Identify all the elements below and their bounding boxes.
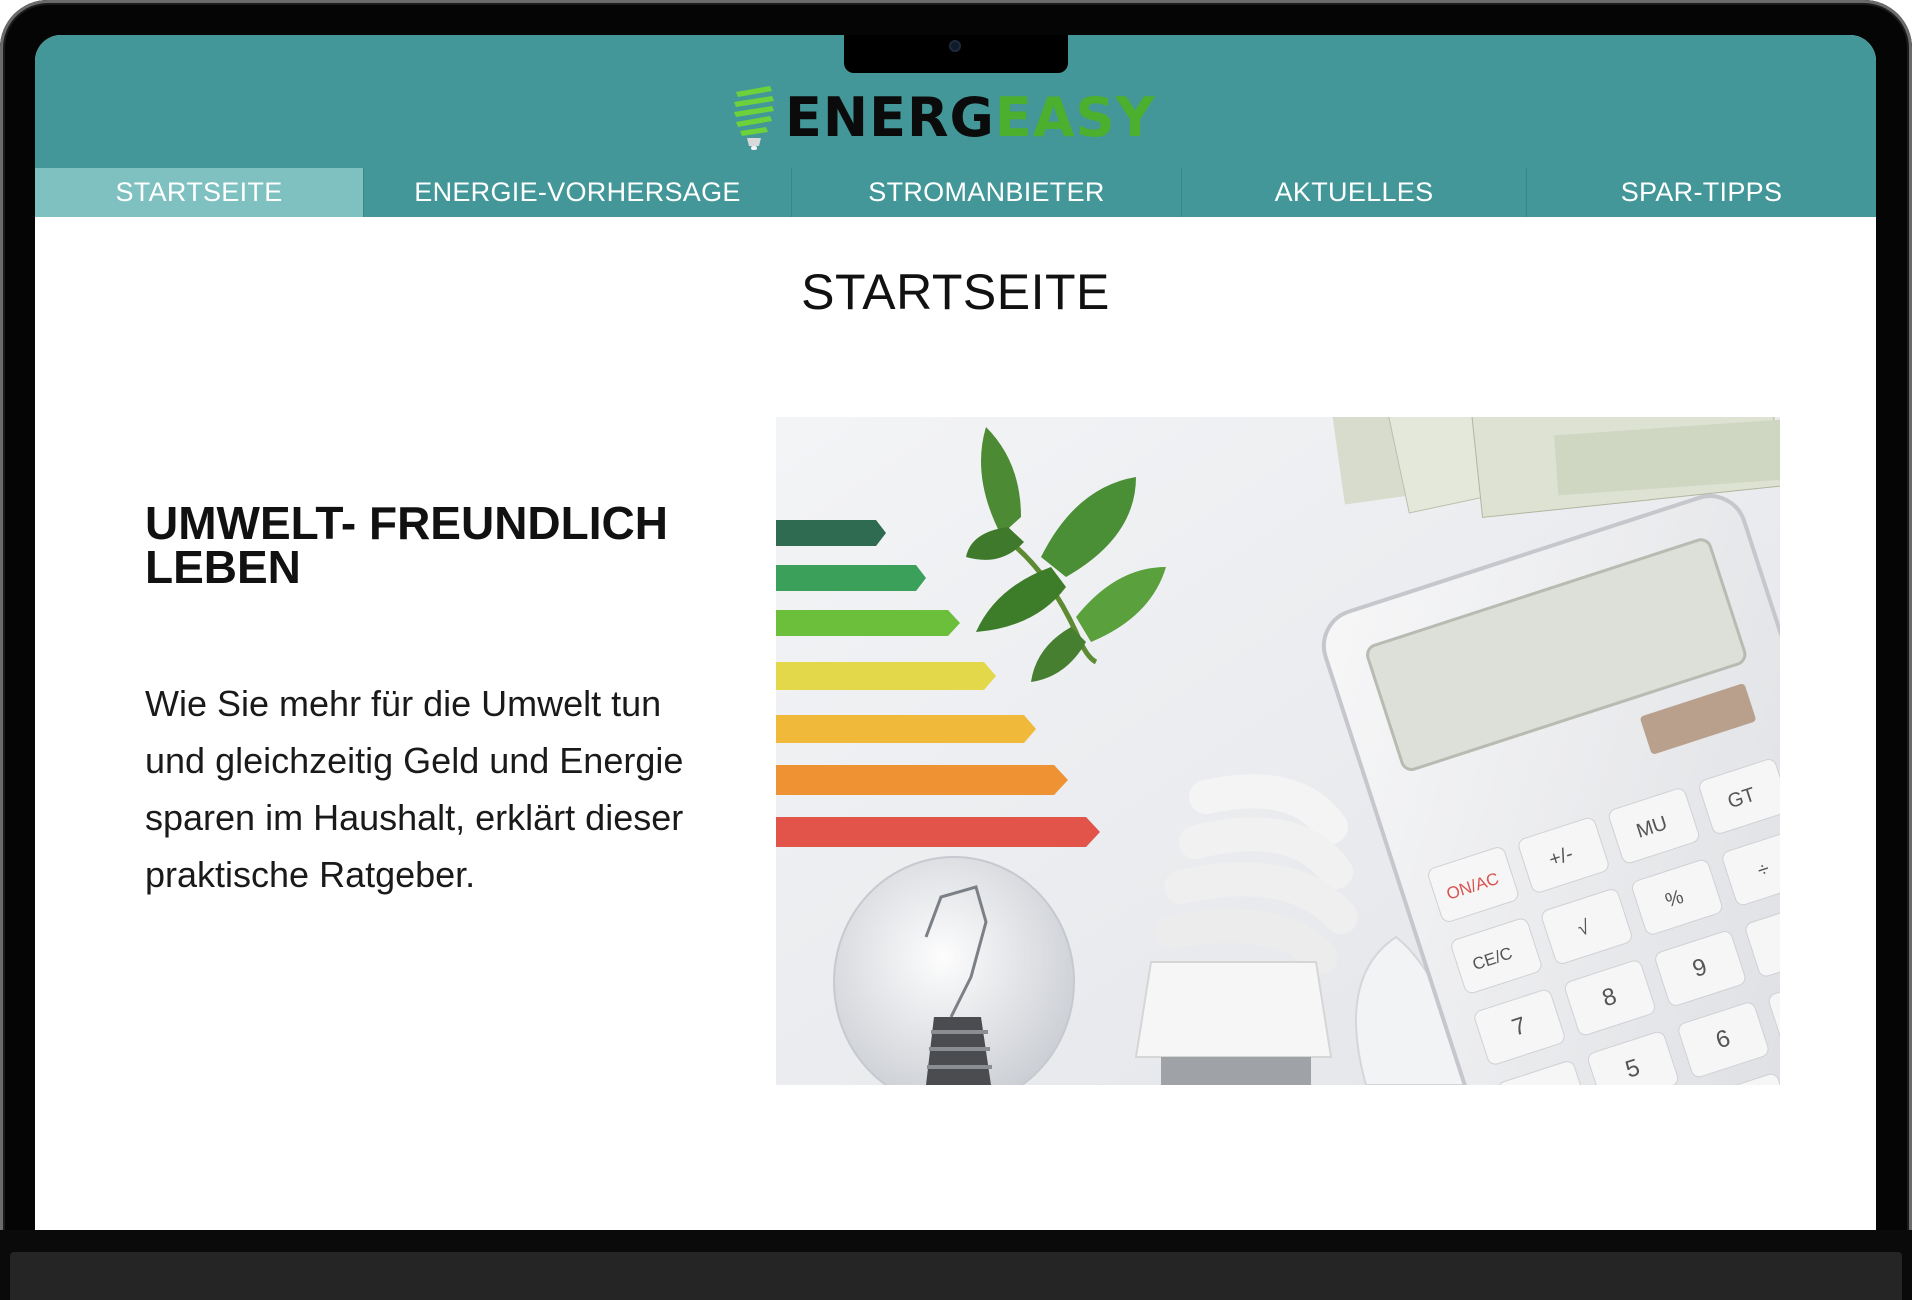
laptop-bottom-bezel <box>0 1230 1912 1300</box>
section-headline: UMWELT- FREUNDLICH LEBEN <box>145 497 668 593</box>
site-logo[interactable]: ENERGEASY <box>729 83 1156 153</box>
camera-notch <box>844 35 1068 73</box>
lead-paragraph: Wie Sie mehr für die Umwelt tun und glei… <box>145 683 684 895</box>
nav-item-stromanbieter[interactable]: STROMANBIETER <box>792 168 1182 217</box>
nav-item-startseite[interactable]: STARTSEITE <box>35 168 364 217</box>
nav-item-aktuelles[interactable]: AKTUELLES <box>1182 168 1527 217</box>
logo-text-easy: EASY <box>994 86 1156 149</box>
hero-image: ON/AC +/- MU GT CE/C √ % ÷ 7 8 9 5 6 <box>776 417 1780 1085</box>
bulb-logo-icon <box>734 86 774 150</box>
nav-item-spar-tipps[interactable]: SPAR-TIPPS <box>1527 168 1876 217</box>
nav-item-energie-vorhersage[interactable]: ENERGIE-VORHERSAGE <box>364 168 792 217</box>
logo-text-energ: ENERG <box>785 86 995 149</box>
laptop-frame: ENERGEASY STARTSEITE ENERGIE-VORHERSAGE … <box>0 0 1912 1300</box>
logo-wordmark: ENERGEASY <box>785 91 1156 145</box>
bezel-highlight <box>10 1252 1902 1300</box>
main-navigation: STARTSEITE ENERGIE-VORHERSAGE STROMANBIE… <box>35 168 1876 217</box>
page-title: STARTSEITE <box>801 264 1110 320</box>
browser-screen: ENERGEASY STARTSEITE ENERGIE-VORHERSAGE … <box>35 35 1876 1230</box>
webcam-icon <box>949 40 961 52</box>
hero-illustration: ON/AC +/- MU GT CE/C √ % ÷ 7 8 9 5 6 <box>776 417 1780 1085</box>
